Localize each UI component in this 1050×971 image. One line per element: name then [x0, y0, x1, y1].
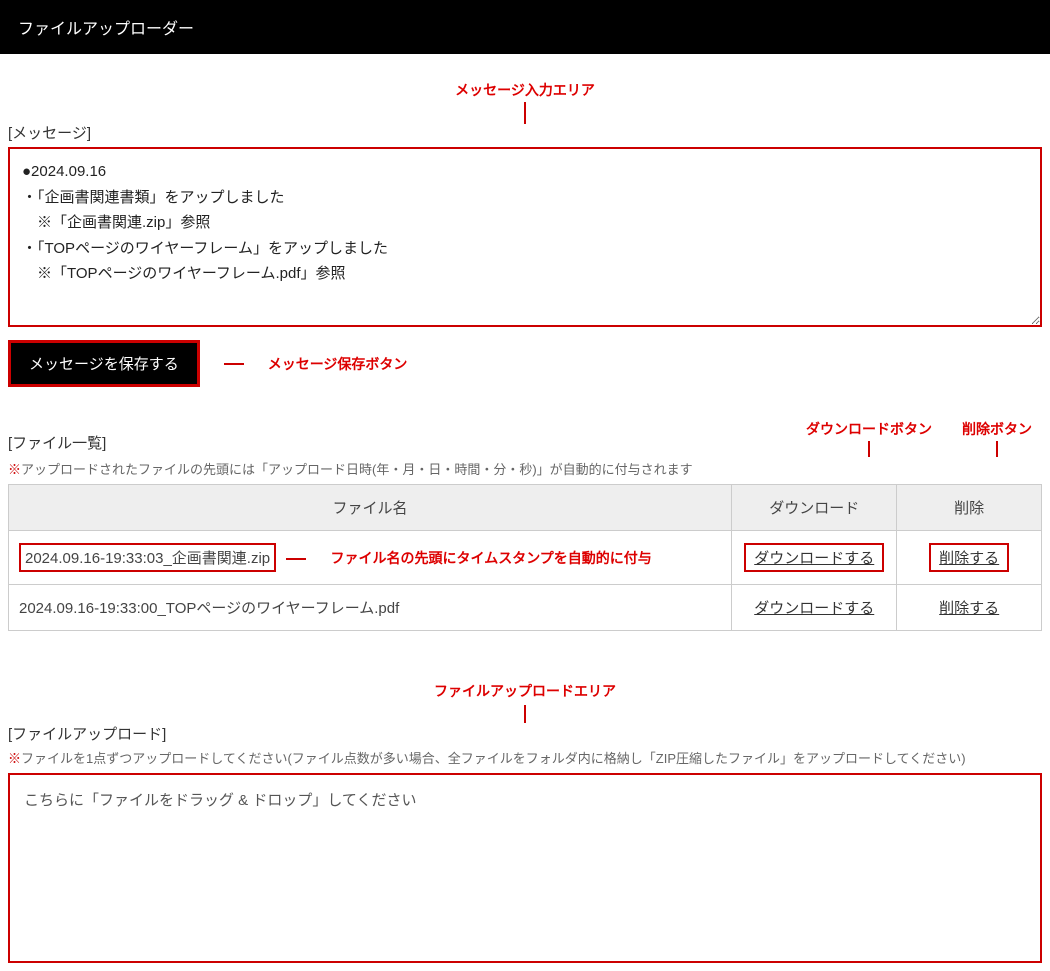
table-row: 2024.09.16-19:33:00_TOPページのワイヤーフレーム.pdf …: [9, 585, 1042, 631]
file-table: ファイル名 ダウンロード 削除 2024.09.16-19:33:03_企画書関…: [8, 484, 1042, 631]
file-name: 2024.09.16-19:33:03_企画書関連.zip: [19, 543, 276, 572]
note-prefix: ※: [8, 751, 21, 766]
column-header-download: ダウンロード: [732, 485, 897, 531]
annotation-line: [996, 441, 998, 457]
page-header: ファイルアップローダー: [0, 0, 1050, 54]
column-header-filename: ファイル名: [9, 485, 732, 531]
annotation-message-area: メッセージ入力エリア: [8, 80, 1042, 100]
save-message-button[interactable]: メッセージを保存する: [8, 340, 200, 387]
message-textarea[interactable]: [8, 147, 1042, 327]
annotation-upload-area: ファイルアップロードエリア: [8, 681, 1042, 701]
delete-link[interactable]: 削除する: [939, 600, 999, 617]
annotation-line: [524, 102, 526, 124]
annotation-save-button: メッセージ保存ボタン: [268, 354, 408, 374]
delete-link[interactable]: 削除する: [939, 550, 999, 567]
download-link[interactable]: ダウンロードする: [754, 600, 874, 617]
annotation-download-button: ダウンロードボタン: [806, 421, 932, 437]
annotation-line: [868, 441, 870, 457]
upload-section-label: [ファイルアップロード]: [8, 723, 1042, 744]
annotation-line: [224, 363, 244, 365]
annotation-timestamp: ファイル名の先頭にタイムスタンプを自動的に付与: [331, 550, 652, 566]
file-upload-dropzone[interactable]: こちらに「ファイルをドラッグ & ドロップ」してください: [8, 773, 1042, 963]
file-list-label: [ファイル一覧]: [8, 432, 106, 453]
annotation-line: [524, 705, 526, 723]
file-list-note: アップロードされたファイルの先頭には「アップロード日時(年・月・日・時間・分・秒…: [21, 462, 693, 477]
note-prefix: ※: [8, 462, 21, 477]
upload-placeholder: こちらに「ファイルをドラッグ & ドロップ」してください: [24, 792, 416, 809]
message-section-label: [メッセージ]: [8, 122, 1042, 143]
annotation-line: [286, 558, 306, 560]
column-header-delete: 削除: [897, 485, 1042, 531]
download-link[interactable]: ダウンロードする: [754, 550, 874, 567]
annotation-delete-button: 削除ボタン: [962, 421, 1032, 437]
upload-note: ファイルを1点ずつアップロードしてください(ファイル点数が多い場合、全ファイルを…: [21, 751, 966, 766]
file-name: 2024.09.16-19:33:00_TOPページのワイヤーフレーム.pdf: [19, 600, 399, 617]
table-row: 2024.09.16-19:33:03_企画書関連.zip ファイル名の先頭にタ…: [9, 531, 1042, 585]
page-title: ファイルアップローダー: [18, 21, 194, 38]
